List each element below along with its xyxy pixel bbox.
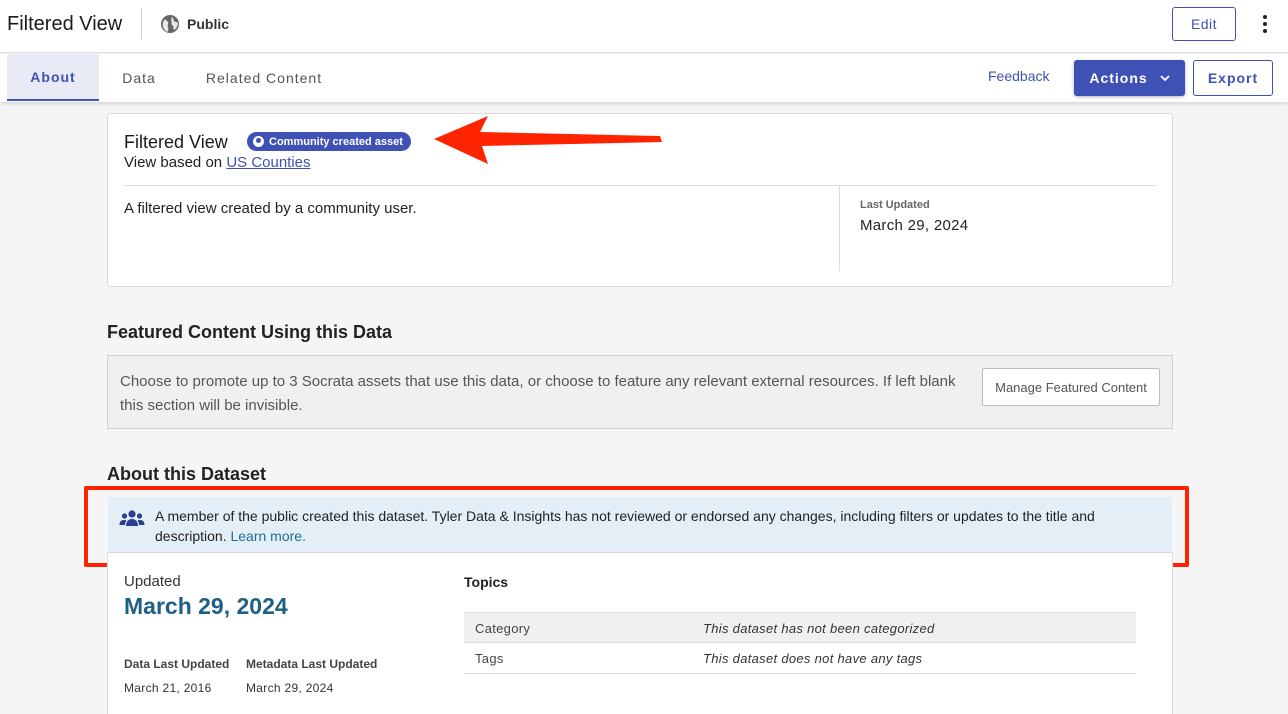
topic-key: Tags xyxy=(475,651,504,666)
manage-featured-content-button[interactable]: Manage Featured Content xyxy=(982,368,1160,406)
data-last-updated-value: March 21, 2016 xyxy=(124,681,212,695)
tab-related-content[interactable]: Related Content xyxy=(195,54,333,101)
community-badge: Community created asset xyxy=(247,132,411,151)
header-divider xyxy=(141,8,142,39)
page-title: Filtered View xyxy=(7,13,123,35)
actions-button[interactable]: Actions xyxy=(1074,60,1185,96)
tab-data[interactable]: Data xyxy=(110,54,168,101)
asset-description: A filtered view created by a community u… xyxy=(124,200,417,217)
badge-label: Community created asset xyxy=(269,135,403,148)
table-row: Category This dataset has not been categ… xyxy=(464,612,1136,643)
kebab-dot xyxy=(1263,22,1267,26)
asset-title: Filtered View xyxy=(124,132,228,152)
kebab-menu-icon[interactable] xyxy=(1255,12,1275,36)
user-icon xyxy=(253,136,264,147)
divider xyxy=(839,186,840,271)
globe-icon xyxy=(161,15,179,33)
feedback-link[interactable]: Feedback xyxy=(988,68,1049,84)
table-row: Tags This dataset does not have any tags xyxy=(464,643,1136,674)
visibility-label: Public xyxy=(187,16,230,32)
divider xyxy=(124,185,1156,186)
topic-value: This dataset does not have any tags xyxy=(703,651,923,666)
based-on-prefix: View based on xyxy=(124,154,223,171)
dataset-info-card: Updated March 29, 2024 Data Last Updated… xyxy=(107,553,1173,714)
edit-button[interactable]: Edit xyxy=(1172,7,1236,41)
featured-description: Choose to promote up to 3 Socrata assets… xyxy=(120,373,956,414)
kebab-dot xyxy=(1263,15,1267,19)
data-last-updated-label: Data Last Updated xyxy=(124,657,230,671)
metadata-last-updated-label: Metadata Last Updated xyxy=(246,657,378,671)
top-bar: Filtered View Public Edit xyxy=(0,0,1288,53)
topic-key: Category xyxy=(475,621,531,636)
featured-content-box: Choose to promote up to 3 Socrata assets… xyxy=(107,355,1173,429)
parent-dataset-link[interactable]: US Counties xyxy=(226,154,310,171)
tab-about[interactable]: About xyxy=(7,54,99,101)
about-heading: About this Dataset xyxy=(107,464,267,484)
tab-bar: About Data Related Content Feedback Acti… xyxy=(0,54,1288,102)
kebab-dot xyxy=(1263,29,1267,33)
topic-value: This dataset has not been categorized xyxy=(703,621,935,636)
last-updated-value: March 29, 2024 xyxy=(860,217,969,234)
featured-heading: Featured Content Using this Data xyxy=(107,322,393,342)
metadata-last-updated-value: March 29, 2024 xyxy=(246,681,334,695)
last-updated-label: Last Updated xyxy=(860,199,930,211)
topics-heading: Topics xyxy=(464,574,509,590)
based-on-line: View based on US Counties xyxy=(124,154,311,171)
updated-value: March 29, 2024 xyxy=(124,593,288,619)
annotation-arrow-icon xyxy=(434,116,662,164)
actions-label: Actions xyxy=(1089,70,1148,86)
chevron-down-icon xyxy=(1160,75,1170,81)
export-button[interactable]: Export xyxy=(1193,60,1273,96)
updated-label: Updated xyxy=(124,573,181,590)
